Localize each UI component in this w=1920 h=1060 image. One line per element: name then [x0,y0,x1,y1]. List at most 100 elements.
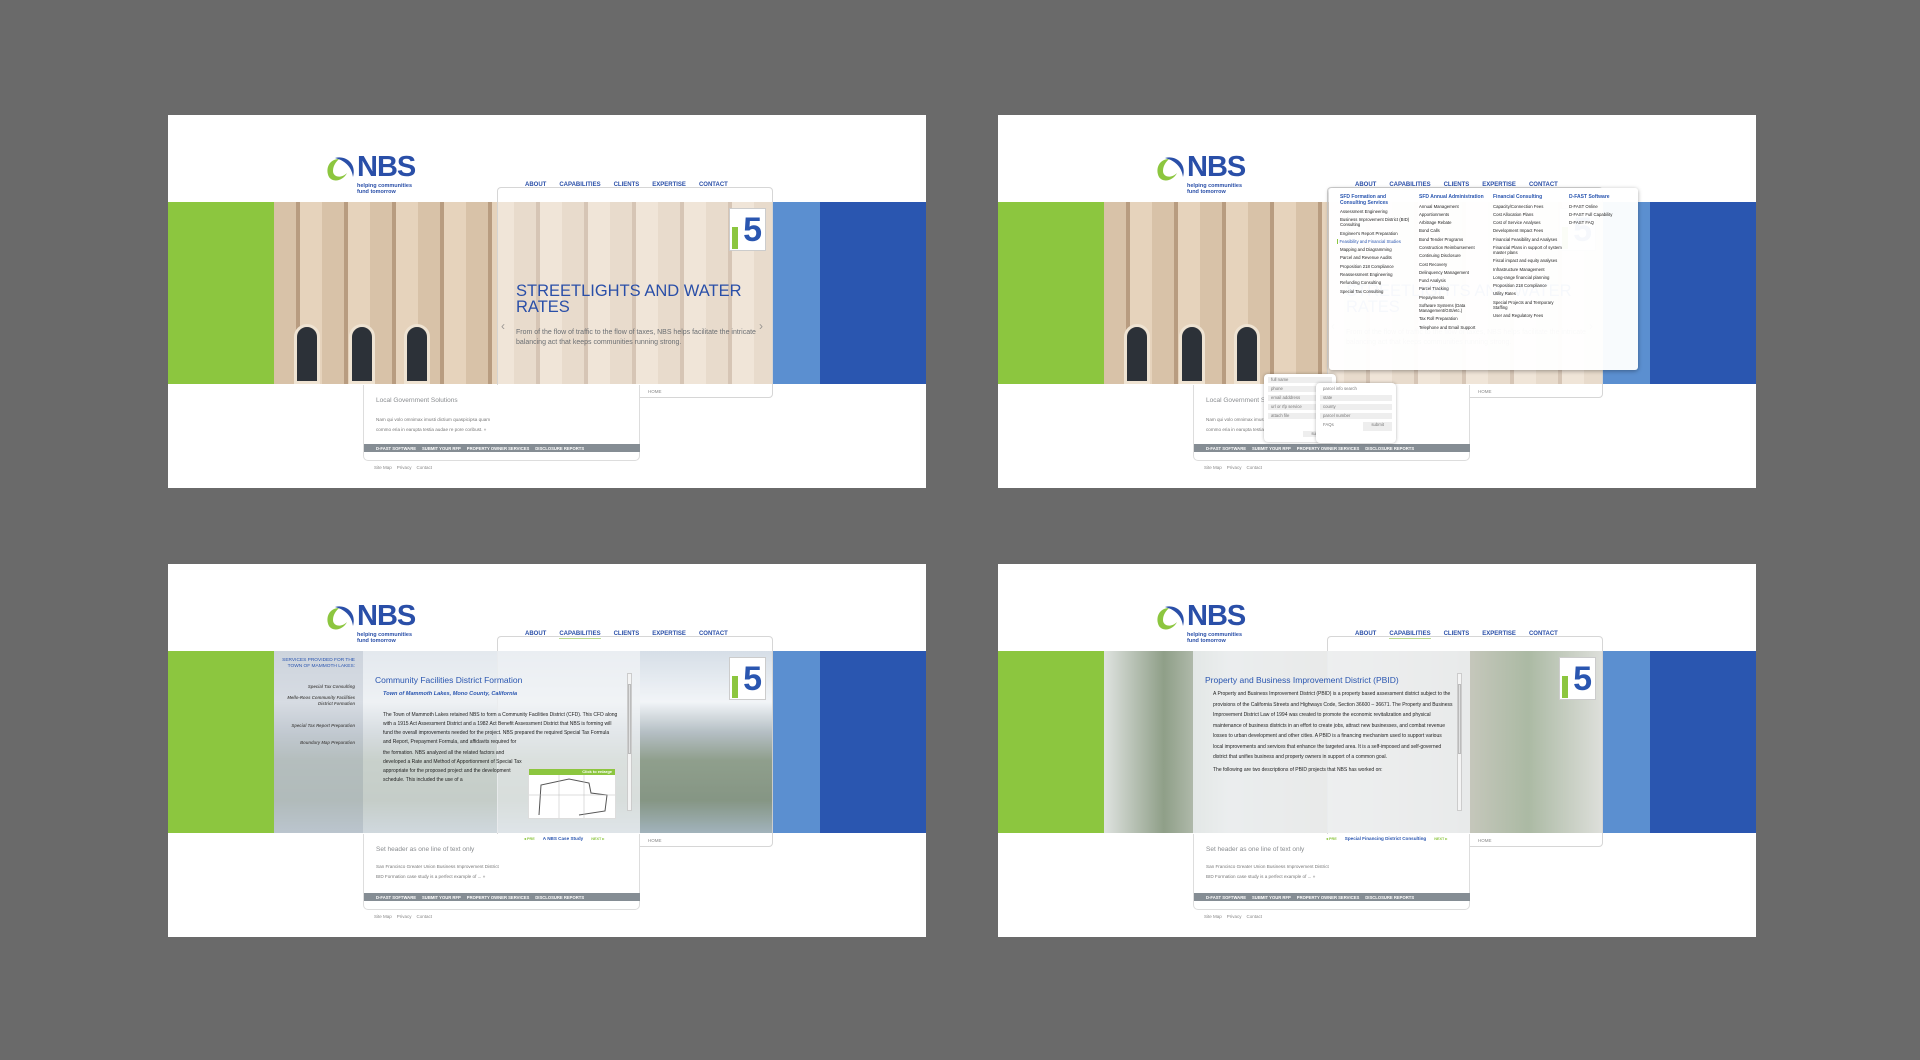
breadcrumb-home[interactable]: HOME [648,838,662,843]
footer-bar-link[interactable]: SUBMIT YOUR RFP [1252,446,1291,451]
footer-link[interactable]: Site Map [374,914,392,919]
menu-item[interactable]: Refunding Consulting [1340,280,1412,285]
lower-card-more-link[interactable]: BID Formation case study is a perfect ex… [1206,874,1315,879]
nbs-logo[interactable]: NBS helping communities fund tomorrow [325,600,435,644]
footer-link[interactable]: Contact [1247,465,1263,470]
footer-bar-link[interactable]: PROPERTY OWNER SERVICES [1297,895,1359,900]
footer-link[interactable]: Contact [417,914,433,919]
prev-link[interactable]: ◂ PRE [1326,836,1337,841]
menu-item[interactable]: Bond Tender Programs [1419,237,1491,242]
lower-card-more-link[interactable]: commo eria in earupta testia audae re po… [376,427,486,432]
breadcrumb-home[interactable]: HOME [1478,389,1492,394]
scrollbar-thumb[interactable] [1458,684,1461,754]
menu-item[interactable]: Telephone and Email Support [1419,325,1491,330]
menu-item[interactable]: Long-range financial planning [1493,275,1565,280]
footer-bar-link[interactable]: DISCLOSURE REPORTS [535,446,584,451]
service-item[interactable]: Mello-Roos Community Facilities District… [280,695,355,706]
menu-heading[interactable]: D-FAST Software [1569,194,1641,201]
footer-link[interactable]: Site Map [1204,914,1222,919]
content-scrollbar[interactable] [1457,673,1462,811]
menu-heading[interactable]: SFD Formation and Consulting Services [1340,194,1412,206]
service-item[interactable]: Special Tax Report Preparation [280,723,355,729]
parcel-submit-button[interactable]: submit [1363,422,1392,431]
footer-bar-link[interactable]: PROPERTY OWNER SERVICES [467,895,529,900]
footer-bar-link[interactable]: SUBMIT YOUR RFP [1252,895,1291,900]
menu-item[interactable]: Special Projects and Temporary Staffing [1493,300,1565,310]
nbs-logo[interactable]: NBS helping communities fund tomorrow [1155,151,1265,195]
footer-bar-link[interactable]: SUBMIT YOUR RFP [422,446,461,451]
menu-item[interactable]: Continuing Disclosure [1419,253,1491,258]
menu-item[interactable]: Utility Rates [1493,291,1565,296]
menu-item[interactable]: Financial Feasibility and Analyses [1493,237,1565,242]
footer-bar-link[interactable]: PROPERTY OWNER SERVICES [1297,446,1359,451]
footer-link[interactable]: Contact [417,465,433,470]
lower-card-more-link[interactable]: BID Formation case study is a perfect ex… [376,874,485,879]
menu-item[interactable]: D-FAST Full Capability [1569,212,1641,217]
menu-item[interactable]: Construction Reimbursement [1419,245,1491,250]
menu-item[interactable]: Cost Recovery [1419,262,1491,267]
footer-link[interactable]: Privacy [397,465,412,470]
footer-bar-link[interactable]: DISCLOSURE REPORTS [535,895,584,900]
footer-link[interactable]: Privacy [1227,914,1242,919]
footer-bar-link[interactable]: DISCLOSURE REPORTS [1365,895,1414,900]
parcel-field[interactable]: county [1320,404,1392,410]
service-item[interactable]: Boundary Map Preparation [280,740,355,746]
menu-item[interactable]: Prepayments [1419,295,1491,300]
menu-item[interactable]: Tax Roll Preparation [1419,316,1491,321]
menu-item[interactable]: User and Regulatory Fees [1493,313,1565,318]
menu-item[interactable]: Capacity/Connection Fees [1493,204,1565,209]
menu-item[interactable]: Software Systems (Data Management/GIS/et… [1419,303,1491,313]
menu-item[interactable]: Reassessment Engineering [1340,272,1412,277]
nbs-logo[interactable]: NBS helping communities fund tomorrow [325,151,435,195]
footer-bar-link[interactable]: D-FAST SOFTWARE [1206,446,1246,451]
menu-item[interactable]: Parcel Tracking [1419,286,1491,291]
footer-link[interactable]: Site Map [1204,465,1222,470]
menu-item[interactable]: Infrastructure Management [1493,267,1565,272]
footer-bar-link[interactable]: SUBMIT YOUR RFP [422,895,461,900]
menu-item[interactable]: Annual Management [1419,204,1491,209]
footer-bar-link[interactable]: D-FAST SOFTWARE [1206,895,1246,900]
menu-heading[interactable]: SFD Annual Administration [1419,194,1491,201]
breadcrumb-home[interactable]: HOME [648,389,662,394]
menu-item[interactable]: D-FAST Online [1569,204,1641,209]
menu-item[interactable]: Arbitrage Rebate [1419,220,1491,225]
menu-item[interactable]: Parcel and Revenue Audits [1340,255,1412,260]
faqs-link[interactable]: FAQs [1320,422,1334,428]
content-scrollbar[interactable] [627,673,632,811]
menu-item[interactable]: Fiscal impact and equity analyses [1493,258,1565,263]
menu-item[interactable]: Delinquency Management [1419,270,1491,275]
footer-link[interactable]: Site Map [374,465,392,470]
menu-item[interactable]: Bond Calls [1419,228,1491,233]
menu-item[interactable]: Engineer's Report Preparation [1340,231,1412,236]
prev-link[interactable]: ◂ PRE [524,836,535,841]
next-slide-arrow-icon[interactable]: › [759,319,763,333]
footer-bar-link[interactable]: DISCLOSURE REPORTS [1365,446,1414,451]
parcel-field[interactable]: parcel number [1320,413,1392,419]
menu-item[interactable]: Proposition 218 Compliance [1340,264,1412,269]
menu-item[interactable]: Proposition 218 Compliance [1493,283,1565,288]
parcel-field[interactable]: state [1320,395,1392,401]
menu-heading[interactable]: Financial Consulting [1493,194,1565,201]
menu-item[interactable]: Financial Plans in support of system mas… [1493,245,1565,255]
footer-link[interactable]: Contact [1247,914,1263,919]
scrollbar-thumb[interactable] [628,684,631,754]
nbs-logo[interactable]: NBS helping communities fund tomorrow [1155,600,1265,644]
menu-item[interactable]: Cost Allocation Plans [1493,212,1565,217]
prev-slide-arrow-icon[interactable]: ‹ [501,319,505,333]
menu-item[interactable]: Feasibility and Financial Studies [1336,238,1413,244]
menu-item[interactable]: Special Tax Consulting [1340,289,1412,294]
footer-bar-link[interactable]: PROPERTY OWNER SERVICES [467,446,529,451]
menu-item[interactable]: Cost of Service Analyses [1493,220,1565,225]
next-link[interactable]: NEXT ▸ [1434,836,1447,841]
footer-link[interactable]: Privacy [1227,465,1242,470]
menu-item[interactable]: Business Improvement District (BID) Cons… [1340,217,1412,227]
next-link[interactable]: NEXT ▸ [591,836,604,841]
menu-item[interactable]: D-FAST FAQ [1569,220,1641,225]
menu-item[interactable]: Apportionments [1419,212,1491,217]
boundary-map-thumbnail[interactable]: Click to enlarge [528,768,616,819]
breadcrumb-home[interactable]: HOME [1478,838,1492,843]
menu-item[interactable]: Assessment Engineering [1340,209,1412,214]
footer-bar-link[interactable]: D-FAST SOFTWARE [376,446,416,451]
service-item[interactable]: Special Tax Consulting [280,684,355,690]
footer-bar-link[interactable]: D-FAST SOFTWARE [376,895,416,900]
